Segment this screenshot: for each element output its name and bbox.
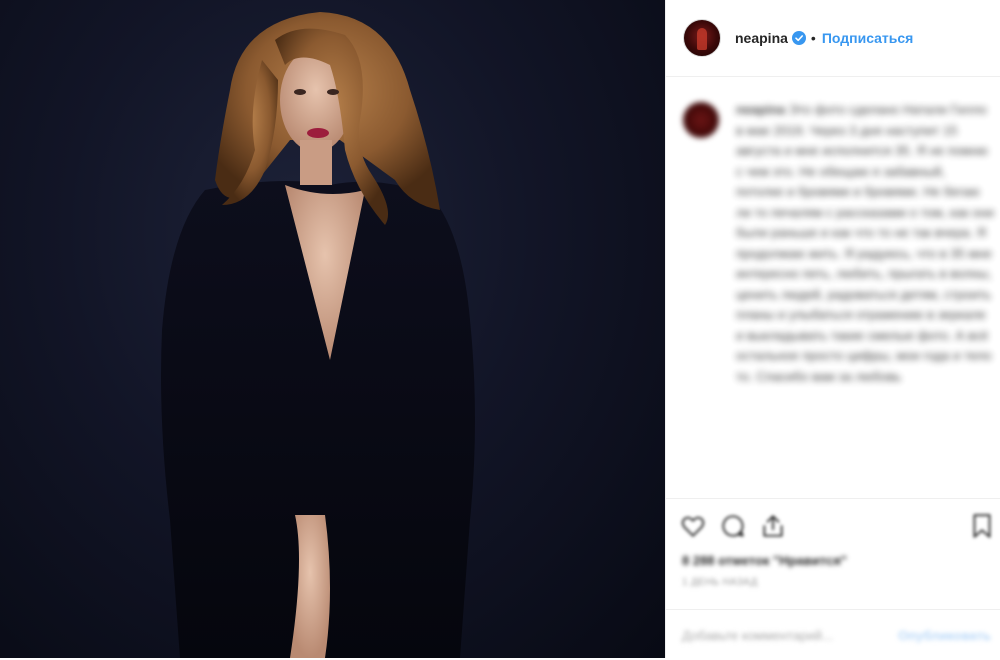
share-icon[interactable]: [760, 513, 786, 539]
post-timestamp[interactable]: 1 ДЕНЬ НАЗАД: [682, 577, 758, 588]
caption-username[interactable]: neapina: [736, 102, 785, 117]
post-photo[interactable]: [0, 0, 665, 658]
header-separator: •: [810, 30, 816, 46]
likes-count[interactable]: 8 288 отметок "Нравится": [682, 553, 847, 568]
follow-button[interactable]: Подписаться: [822, 30, 914, 46]
caption-avatar[interactable]: [683, 102, 719, 138]
post-header: neapina • Подписаться: [666, 0, 1000, 77]
publish-button[interactable]: Опубликовать: [898, 628, 991, 643]
comment-input[interactable]: Добавьте комментарий...: [682, 628, 833, 643]
comment-icon[interactable]: [720, 513, 746, 539]
action-bar: 8 288 отметок "Нравится" 1 ДЕНЬ НАЗАД До…: [666, 498, 1000, 659]
caption-text: Это фото сделано Натали Гилло в мае 2019…: [736, 102, 994, 384]
verified-badge-icon: [791, 31, 806, 45]
add-comment-bar: Добавьте комментарий... Опубликовать: [666, 609, 1000, 660]
author-username[interactable]: neapina: [735, 30, 788, 46]
caption-area: neapina Это фото сделано Натали Гилло в …: [666, 77, 1000, 497]
post-side-panel: neapina • Подписаться neapina Это фото с…: [665, 0, 1000, 658]
bookmark-icon[interactable]: [971, 513, 993, 544]
heart-icon[interactable]: [680, 513, 706, 539]
author-avatar[interactable]: [683, 19, 721, 57]
post-photo-illustration: [161, 12, 475, 658]
caption-text-block: neapina Это фото сделано Натали Гилло в …: [736, 100, 994, 387]
